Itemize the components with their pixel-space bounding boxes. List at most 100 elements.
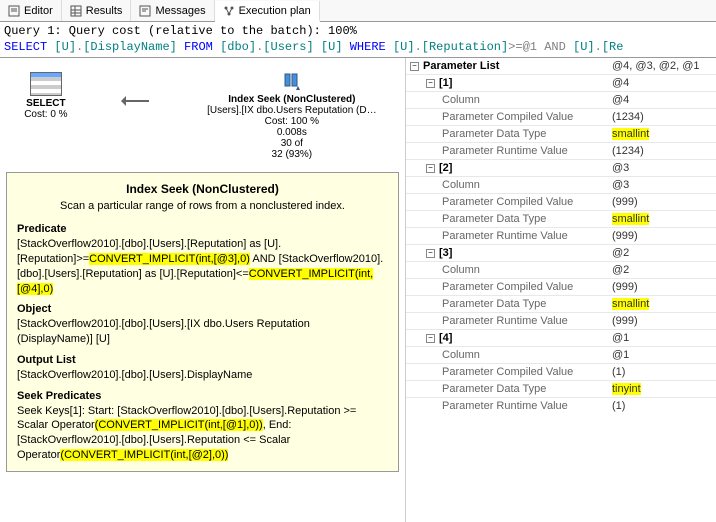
highlight: (CONVERT_IMPLICIT(int,[@2],0))	[60, 449, 228, 461]
outputlist-text: [StackOverflow2010].[dbo].[Users].Displa…	[17, 368, 388, 383]
collapse-icon[interactable]: −	[426, 79, 435, 88]
prop-key-label: Parameter Runtime Value	[442, 400, 568, 412]
collapse-icon[interactable]: −	[426, 249, 435, 258]
prop-value: (1234)	[612, 145, 712, 157]
prop-data-type[interactable]: Parameter Data Typesmallint	[406, 210, 716, 227]
prop-key-label: [2]	[439, 162, 452, 174]
prop-key-label: Parameter Compiled Value	[442, 366, 573, 378]
prop-key-label: Parameter Compiled Value	[442, 111, 573, 123]
tab-messages[interactable]: Messages	[131, 0, 214, 21]
plan-node-select[interactable]: SELECT Cost: 0 %	[10, 72, 82, 120]
query-cost-line: Query 1: Query cost (relative to the bat…	[4, 24, 712, 40]
prop-column[interactable]: Column @2	[406, 261, 716, 278]
highlight: smallint	[612, 213, 649, 225]
prop-key-label: Column	[442, 94, 480, 106]
object-label: Object	[17, 302, 388, 317]
prop-param-group[interactable]: −[2] @3	[406, 159, 716, 176]
tab-label: Results	[86, 5, 123, 17]
prop-key-label: Parameter Compiled Value	[442, 281, 573, 293]
seek-title: Index Seek (NonClustered)	[189, 94, 395, 105]
prop-column[interactable]: Column@1	[406, 346, 716, 363]
prop-value: @4	[612, 77, 712, 89]
prop-data-type[interactable]: Parameter Data Typetinyint	[406, 380, 716, 397]
prop-value: @2	[612, 264, 712, 276]
prop-key-label: Parameter Data Type	[442, 128, 546, 140]
prop-compiled-value[interactable]: Parameter Compiled Value(999)	[406, 278, 716, 295]
tab-bar: Editor Results Messages Execution plan	[0, 0, 716, 22]
query-header-box: Query 1: Query cost (relative to the bat…	[0, 22, 716, 58]
collapse-icon[interactable]: −	[426, 334, 435, 343]
highlight: smallint	[612, 298, 649, 310]
prop-runtime-value[interactable]: Parameter Runtime Value (1)	[406, 397, 716, 414]
prop-key-label: [4]	[439, 332, 452, 344]
prop-value: @4	[612, 94, 712, 106]
prop-value: @3	[612, 162, 712, 174]
prop-key-label: Column	[442, 349, 480, 361]
prop-value: (999)	[612, 230, 712, 242]
prop-column[interactable]: Column @4	[406, 91, 716, 108]
seekpred-label: Seek Predicates	[17, 389, 388, 404]
prop-runtime-value[interactable]: Parameter Runtime Value (999)	[406, 227, 716, 244]
plan-canvas[interactable]: SELECT Cost: 0 % Index Seek (NonClustere…	[0, 58, 405, 522]
tab-label: Messages	[155, 5, 205, 17]
seek-object: [Users].[IX dbo.Users Reputation (D…	[189, 105, 395, 116]
prop-compiled-value[interactable]: Parameter Compiled Value(999)	[406, 193, 716, 210]
tab-label: Execution plan	[239, 5, 311, 17]
prop-compiled-value[interactable]: Parameter Compiled Value (1234)	[406, 108, 716, 125]
prop-value: (1234)	[612, 111, 712, 123]
prop-key-label: Parameter Compiled Value	[442, 196, 573, 208]
prop-key-label: [1]	[439, 77, 452, 89]
outputlist-label: Output List	[17, 353, 388, 368]
prop-value: @3	[612, 179, 712, 191]
prop-param-group[interactable]: −[4]@1	[406, 329, 716, 346]
prop-compiled-value[interactable]: Parameter Compiled Value (1)	[406, 363, 716, 380]
select-icon	[30, 72, 62, 96]
highlight: smallint	[612, 128, 649, 140]
prop-value: smallint	[612, 298, 712, 310]
tooltip-desc: Scan a particular range of rows from a n…	[17, 199, 388, 214]
seek-rows1: 30 of	[189, 138, 395, 149]
prop-value: (1)	[612, 366, 712, 378]
predicate-text: [StackOverflow2010].[dbo].[Users].[Reput…	[17, 237, 388, 296]
prop-key-label: Parameter Runtime Value	[442, 315, 568, 327]
prop-value: smallint	[612, 213, 712, 225]
seek-cost: Cost: 100 %	[189, 116, 395, 127]
prop-key-label: Parameter Data Type	[442, 383, 546, 395]
prop-key-label: Parameter Runtime Value	[442, 230, 568, 242]
messages-icon	[139, 5, 151, 17]
seek-time: 0.008s	[189, 127, 395, 138]
prop-runtime-value[interactable]: Parameter Runtime Value (1234)	[406, 142, 716, 159]
index-seek-icon	[282, 72, 302, 92]
prop-value: @2	[612, 247, 712, 259]
prop-parameter-list[interactable]: −Parameter List @4, @3, @2, @1	[406, 58, 716, 74]
select-label: SELECT	[10, 98, 82, 109]
tooltip-title: Index Seek (NonClustered)	[17, 181, 388, 197]
prop-key-label: Parameter Runtime Value	[442, 145, 568, 157]
prop-key-label: [3]	[439, 247, 452, 259]
prop-data-type[interactable]: Parameter Data Type smallint	[406, 125, 716, 142]
tab-label: Editor	[24, 5, 53, 17]
editor-icon	[8, 5, 20, 17]
plan-node-index-seek[interactable]: Index Seek (NonClustered) [Users].[IX db…	[189, 72, 395, 160]
properties-panel[interactable]: −Parameter List @4, @3, @2, @1 −[1]@4Col…	[405, 58, 716, 522]
seekpred-text: Seek Keys[1]: Start: [StackOverflow2010]…	[17, 404, 388, 463]
select-cost: Cost: 0 %	[10, 109, 82, 120]
prop-column[interactable]: Column@3	[406, 176, 716, 193]
prop-key-label: Column	[442, 264, 480, 276]
collapse-icon[interactable]: −	[426, 164, 435, 173]
tab-execution-plan[interactable]: Execution plan	[215, 1, 320, 22]
prop-key-label: Parameter Data Type	[442, 298, 546, 310]
prop-param-group[interactable]: −[1] @4	[406, 74, 716, 91]
plan-arrow	[122, 100, 149, 102]
collapse-icon[interactable]: −	[410, 62, 419, 71]
prop-value: (1)	[612, 400, 712, 412]
plan-graph: SELECT Cost: 0 % Index Seek (NonClustere…	[10, 72, 395, 160]
prop-data-type[interactable]: Parameter Data Type smallint	[406, 295, 716, 312]
operator-tooltip: Index Seek (NonClustered) Scan a particu…	[6, 172, 399, 472]
tab-editor[interactable]: Editor	[0, 0, 62, 21]
prop-runtime-value[interactable]: Parameter Runtime Value(999)	[406, 312, 716, 329]
prop-param-group[interactable]: −[3] @2	[406, 244, 716, 261]
tab-results[interactable]: Results	[62, 0, 132, 21]
grid-icon	[70, 5, 82, 17]
object-text: [StackOverflow2010].[dbo].[Users].[IX db…	[17, 317, 388, 347]
